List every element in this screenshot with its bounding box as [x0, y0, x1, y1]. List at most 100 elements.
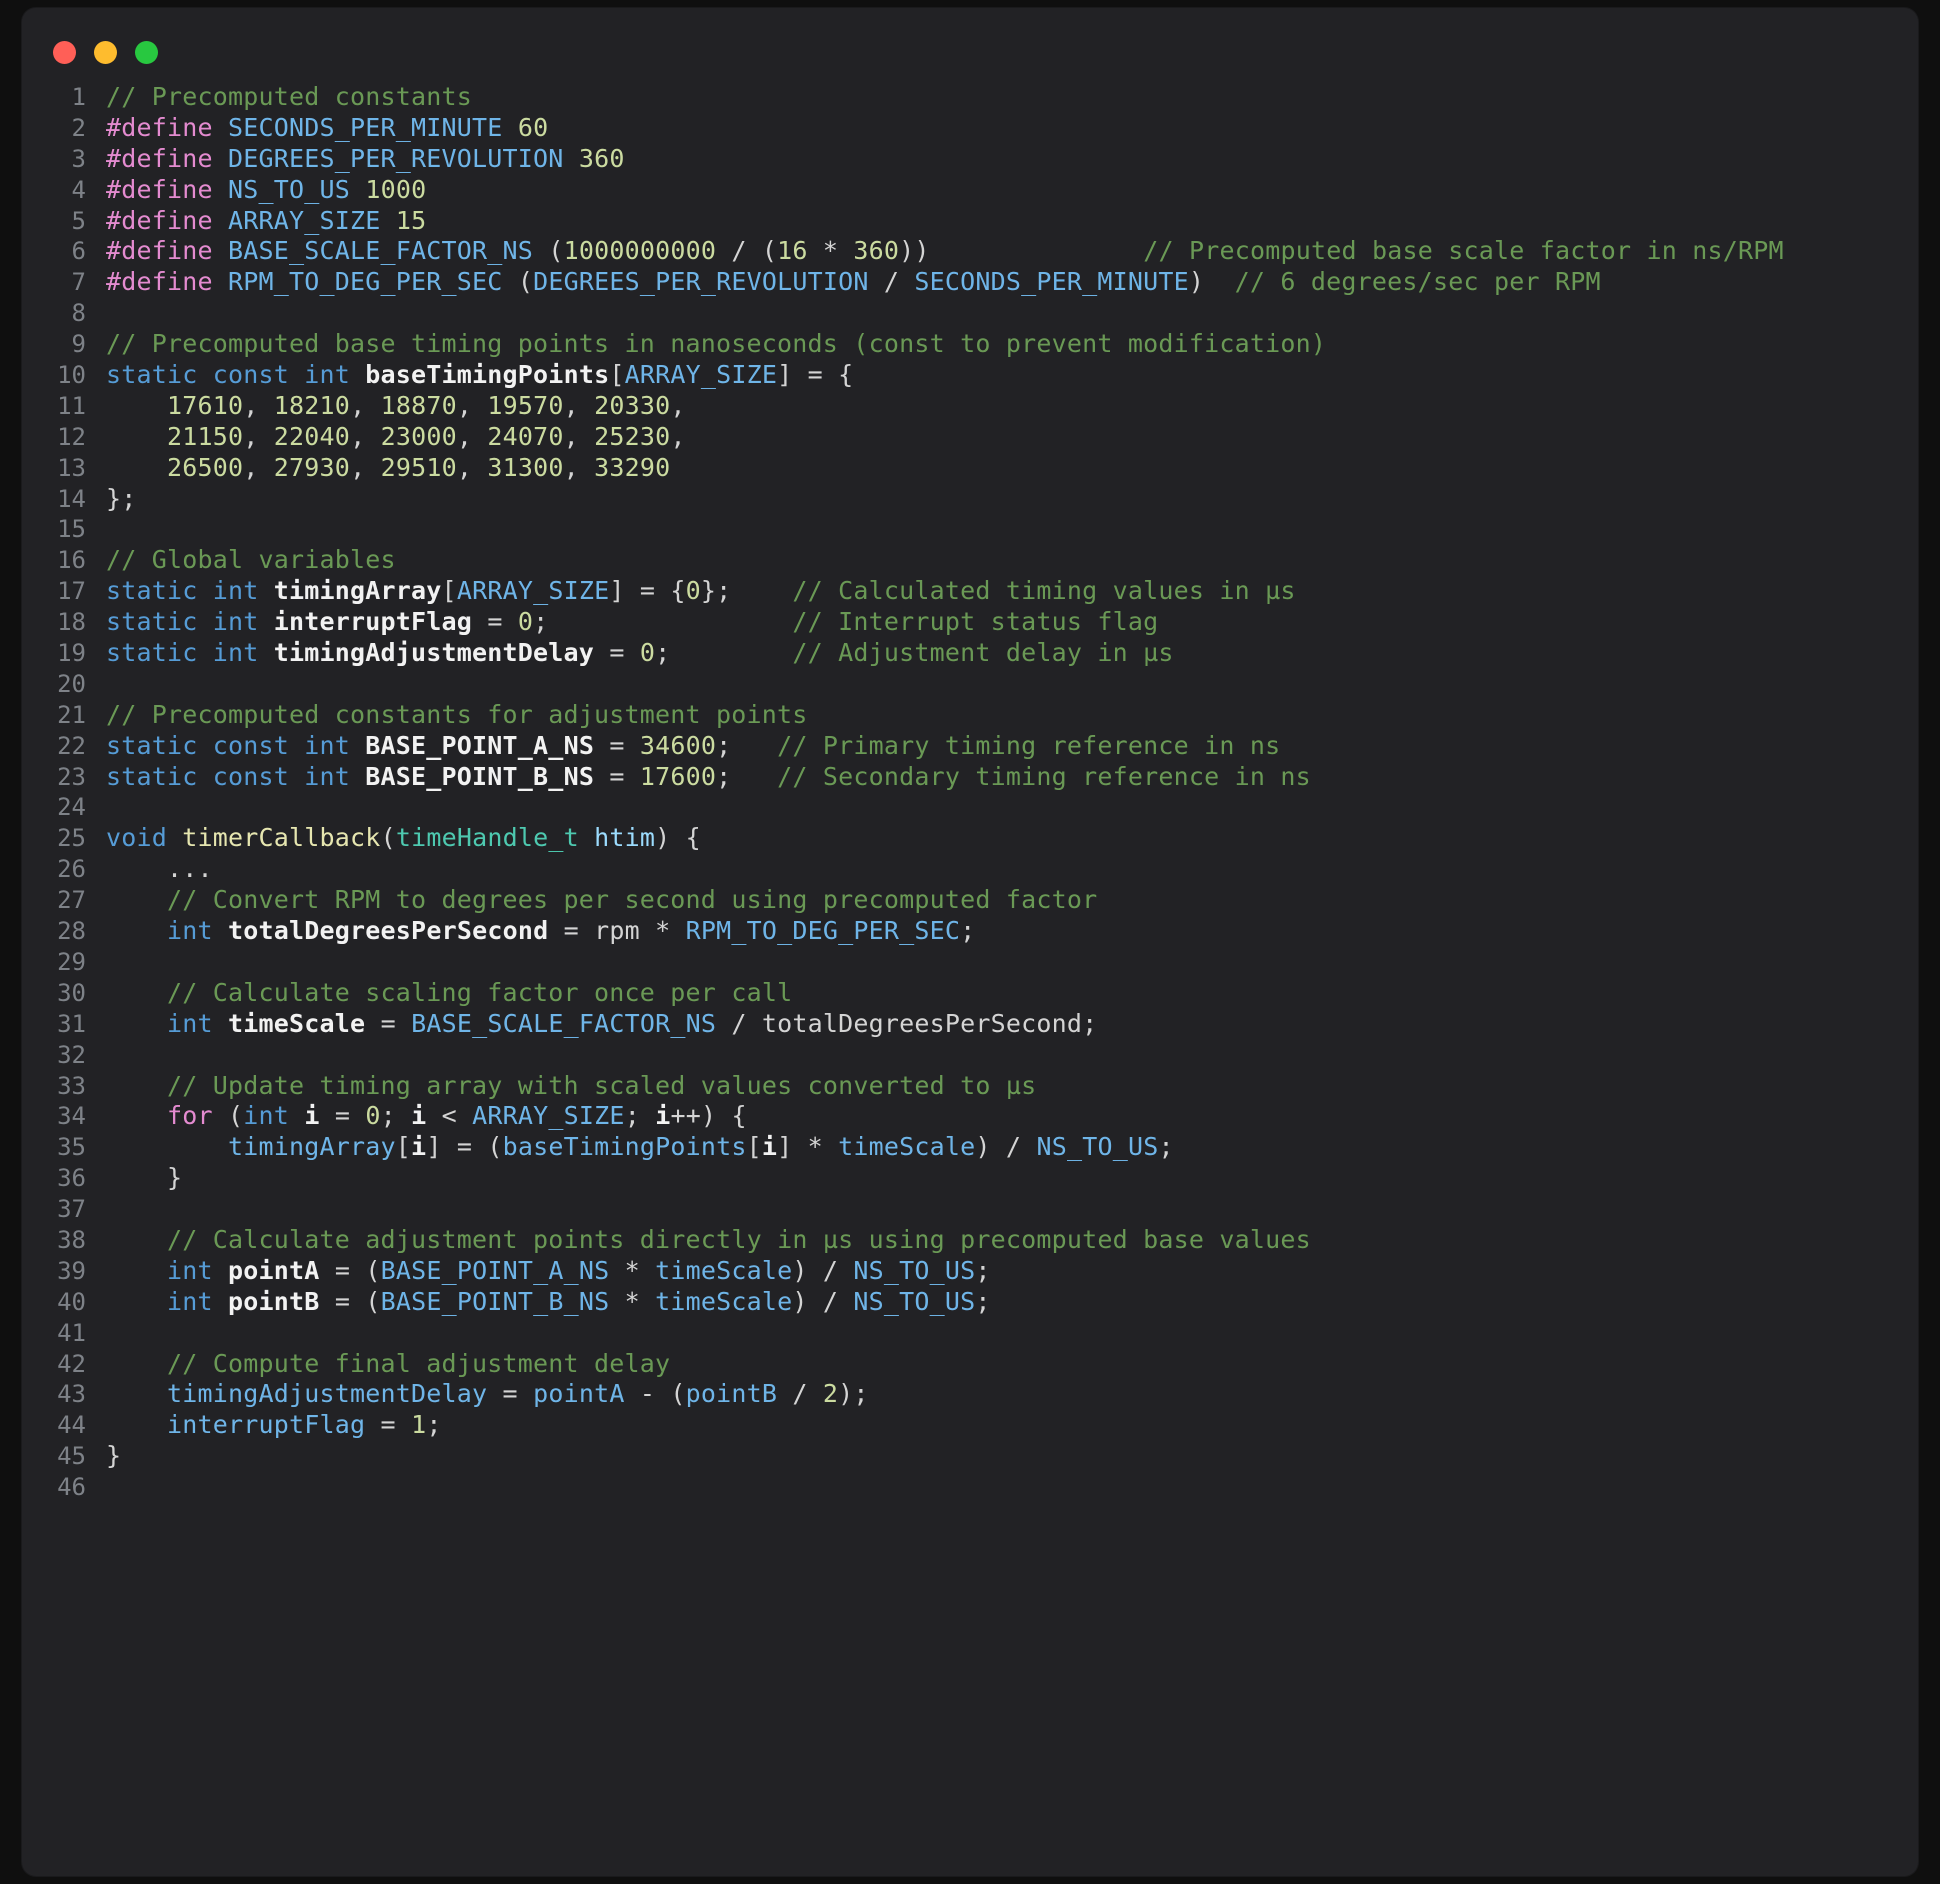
line-number: 17: [57, 577, 86, 606]
token: ) /: [792, 1286, 854, 1316]
token: ;: [655, 638, 671, 668]
line-number: 2: [71, 113, 86, 142]
code-line[interactable]: 10 static const int baseTimingPoints[ARRA…: [22, 360, 1918, 391]
token: ;: [1082, 1008, 1098, 1038]
code-line[interactable]: 21 // Precomputed constants for adjustmen…: [22, 700, 1918, 731]
token: =: [594, 730, 640, 760]
code-line[interactable]: 11 17610, 18210, 18870, 19570, 20330,: [22, 391, 1918, 422]
code-line[interactable]: 4 #define NS_TO_US 1000: [22, 175, 1918, 206]
token: // Secondary timing reference in ns: [777, 761, 1311, 791]
code-line[interactable]: 23 static const int BASE_POINT_B_NS = 176…: [22, 762, 1918, 793]
code-line[interactable]: 24: [22, 792, 1918, 823]
code-line[interactable]: 28 int totalDegreesPerSecond = rpm * RPM…: [22, 916, 1918, 947]
code-line[interactable]: 32: [22, 1040, 1918, 1071]
code-line[interactable]: 1 // Precomputed constants: [22, 82, 1918, 113]
code-line[interactable]: 13 26500, 27930, 29510, 31300, 33290: [22, 453, 1918, 484]
code-line[interactable]: 38 // Calculate adjustment points direct…: [22, 1225, 1918, 1256]
token: rpm: [594, 916, 640, 946]
code-line[interactable]: 3 #define DEGREES_PER_REVOLUTION 360: [22, 144, 1918, 175]
code-line[interactable]: 41: [22, 1318, 1918, 1349]
code-line[interactable]: 31 int timeScale = BASE_SCALE_FACTOR_NS …: [22, 1009, 1918, 1040]
code-editor[interactable]: 1 // Precomputed constants 2 #define SECOND…: [22, 82, 1918, 1503]
code-line[interactable]: 6 #define BASE_SCALE_FACTOR_NS (100000000…: [22, 236, 1918, 267]
code-line[interactable]: 46: [22, 1472, 1918, 1503]
code-line[interactable]: 16 // Global variables: [22, 545, 1918, 576]
token: SECONDS_PER_MINUTE: [914, 267, 1189, 297]
line-number: 18: [57, 608, 86, 637]
token: 19570: [487, 390, 564, 420]
code-line-text: int totalDegreesPerSecond = rpm * RPM_TO…: [106, 916, 975, 947]
line-number: 22: [57, 731, 86, 760]
token: }: [106, 1441, 122, 1471]
maximize-window-button[interactable]: [135, 41, 158, 64]
code-line[interactable]: 40 int pointB = (BASE_POINT_B_NS * timeS…: [22, 1287, 1918, 1318]
code-line[interactable]: 29: [22, 947, 1918, 978]
token: pointB: [685, 1379, 778, 1409]
token: // 6 degrees/sec per RPM: [1234, 267, 1601, 297]
code-line-text: // Precomputed constants: [106, 82, 472, 113]
line-number: 43: [57, 1380, 86, 1409]
token: 17600: [639, 761, 717, 791]
token: ARRAY_SIZE: [456, 576, 610, 606]
code-line[interactable]: 35 timingArray[i] = (baseTimingPoints[i]…: [22, 1132, 1918, 1163]
code-line[interactable]: 45}: [22, 1441, 1918, 1472]
token: 2: [822, 1379, 839, 1409]
code-line-text: static int timingAdjustmentDelay = 0; //…: [106, 638, 1174, 669]
code-line-text: 21150, 22040, 23000, 24070, 25230,: [106, 422, 686, 453]
code-line[interactable]: 34 for (int i = 0; i < ARRAY_SIZE; i++) …: [22, 1101, 1918, 1132]
code-line[interactable]: 15: [22, 514, 1918, 545]
token: ;: [716, 761, 732, 791]
code-line[interactable]: 12 21150, 22040, 23000, 24070, 25230,: [22, 422, 1918, 453]
token: [: [609, 360, 625, 390]
token: #define: [106, 143, 213, 173]
code-line[interactable]: 37: [22, 1194, 1918, 1225]
token: timerCallback: [182, 823, 381, 853]
token: 17610: [167, 390, 244, 420]
code-line[interactable]: 17 static int timingArray[ARRAY_SIZE] = {…: [22, 576, 1918, 607]
code-line-text: int pointA = (BASE_POINT_A_NS * timeScal…: [106, 1256, 991, 1287]
code-line[interactable]: 5 #define ARRAY_SIZE 15: [22, 206, 1918, 237]
token: NS_TO_US: [1036, 1132, 1159, 1162]
code-line[interactable]: 44 interruptFlag = 1;: [22, 1410, 1918, 1441]
code-line[interactable]: 25 void timerCallback(timeHandle_t htim) …: [22, 823, 1918, 854]
token: ;: [716, 730, 732, 760]
code-line[interactable]: 43 timingAdjustmentDelay = pointA - (poi…: [22, 1379, 1918, 1410]
code-line[interactable]: 36 }: [22, 1163, 1918, 1194]
code-line[interactable]: 18 static int interruptFlag = 0; // Inter…: [22, 607, 1918, 638]
token: = (: [319, 1255, 381, 1285]
close-window-button[interactable]: [53, 41, 76, 64]
code-line[interactable]: 19 static int timingAdjustmentDelay = 0; …: [22, 638, 1918, 669]
token: // Precomputed constants: [106, 82, 473, 111]
code-line[interactable]: 20: [22, 669, 1918, 700]
code-line[interactable]: 27 // Convert RPM to degrees per second …: [22, 885, 1918, 916]
code-line[interactable]: 42 // Compute final adjustment delay: [22, 1349, 1918, 1380]
code-line[interactable]: 14};: [22, 484, 1918, 515]
token: i: [655, 1101, 671, 1131]
code-line[interactable]: 30 // Calculate scaling factor once per …: [22, 978, 1918, 1009]
code-line-text: #define SECONDS_PER_MINUTE 60: [106, 113, 548, 144]
token: /: [868, 267, 915, 297]
code-line[interactable]: 26 ...: [22, 854, 1918, 885]
token: i: [761, 1132, 778, 1162]
code-line[interactable]: 33 // Update timing array with scaled va…: [22, 1071, 1918, 1102]
code-line[interactable]: 9 // Precomputed base timing points in na…: [22, 329, 1918, 360]
code-line[interactable]: 2 #define SECONDS_PER_MINUTE 60: [22, 113, 1918, 144]
token: timingAdjustmentDelay: [167, 1379, 488, 1409]
code-line[interactable]: 8: [22, 298, 1918, 329]
code-line[interactable]: 7 #define RPM_TO_DEG_PER_SEC (DEGREES_PER…: [22, 267, 1918, 298]
token: 0: [685, 576, 701, 606]
minimize-window-button[interactable]: [94, 41, 117, 64]
token: =: [548, 916, 595, 946]
code-line[interactable]: 39 int pointA = (BASE_POINT_A_NS * timeS…: [22, 1256, 1918, 1287]
line-number: 14: [57, 484, 86, 513]
token: pointA: [228, 1255, 320, 1285]
code-line[interactable]: 22 static const int BASE_POINT_A_NS = 346…: [22, 731, 1918, 762]
token: baseTimingPoints: [365, 360, 610, 390]
